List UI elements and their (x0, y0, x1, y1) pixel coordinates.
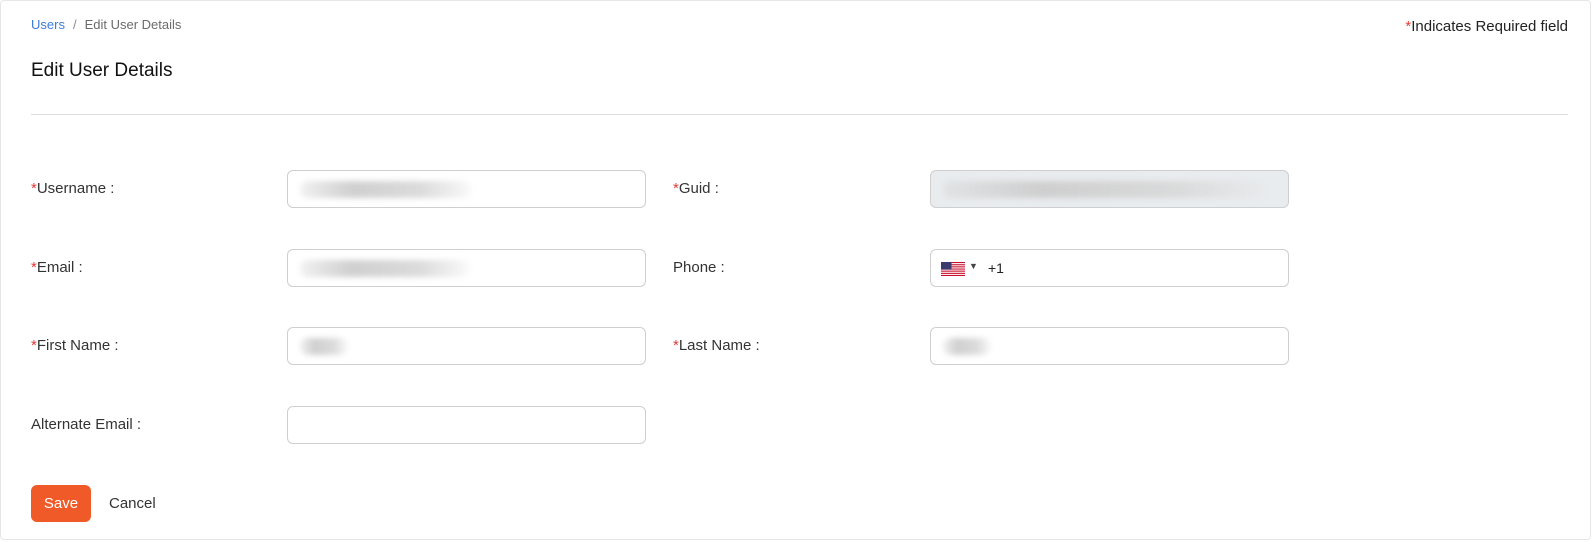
phone-label-text: Phone : (673, 259, 725, 276)
country-dropdown-caret-icon[interactable]: ▼ (969, 261, 978, 271)
email-label: *Email : (31, 259, 83, 276)
phone-dial-code: +1 (988, 260, 1004, 276)
header-divider (31, 114, 1568, 115)
edit-user-panel: Users / Edit User Details *Indicates Requi… (0, 0, 1591, 540)
page-title: Edit User Details (31, 60, 173, 81)
first-name-label: *First Name : (31, 337, 119, 354)
email-label-text: Email : (36, 259, 83, 276)
first-name-label-text: First Name : (36, 337, 119, 354)
phone-field[interactable]: ▼ +1 (930, 249, 1289, 287)
alternate-email-label: Alternate Email : (31, 416, 141, 433)
phone-label: Phone : (673, 259, 725, 276)
cancel-button[interactable]: Cancel (101, 485, 164, 522)
guid-label-text: Guid : (678, 180, 719, 197)
alternate-email-input[interactable] (288, 407, 645, 443)
phone-input[interactable] (1011, 250, 1288, 286)
last-name-label: *Last Name : (673, 337, 760, 354)
username-label: *Username : (31, 180, 114, 197)
first-name-field[interactable] (287, 327, 646, 365)
redacted-value (943, 338, 991, 355)
redacted-value (300, 260, 470, 277)
required-note-text: Indicates Required field (1411, 18, 1568, 35)
redacted-value (943, 181, 1267, 198)
required-field-note: *Indicates Required field (1405, 18, 1568, 35)
redacted-value (300, 181, 472, 198)
us-flag-icon[interactable] (941, 262, 965, 276)
username-field[interactable] (287, 170, 646, 208)
breadcrumb-current: Edit User Details (84, 17, 182, 32)
breadcrumb-users-link[interactable]: Users (31, 17, 65, 32)
breadcrumb-separator: / (72, 17, 77, 32)
guid-label: *Guid : (673, 180, 719, 197)
guid-field (930, 170, 1289, 208)
save-button[interactable]: Save (31, 485, 91, 522)
redacted-value (300, 338, 348, 355)
last-name-label-text: Last Name : (678, 337, 760, 354)
breadcrumb: Users / Edit User Details (31, 17, 181, 32)
alternate-email-label-text: Alternate Email : (31, 416, 142, 433)
last-name-field[interactable] (930, 327, 1289, 365)
email-field[interactable] (287, 249, 646, 287)
username-label-text: Username : (36, 180, 115, 197)
alternate-email-field[interactable] (287, 406, 646, 444)
